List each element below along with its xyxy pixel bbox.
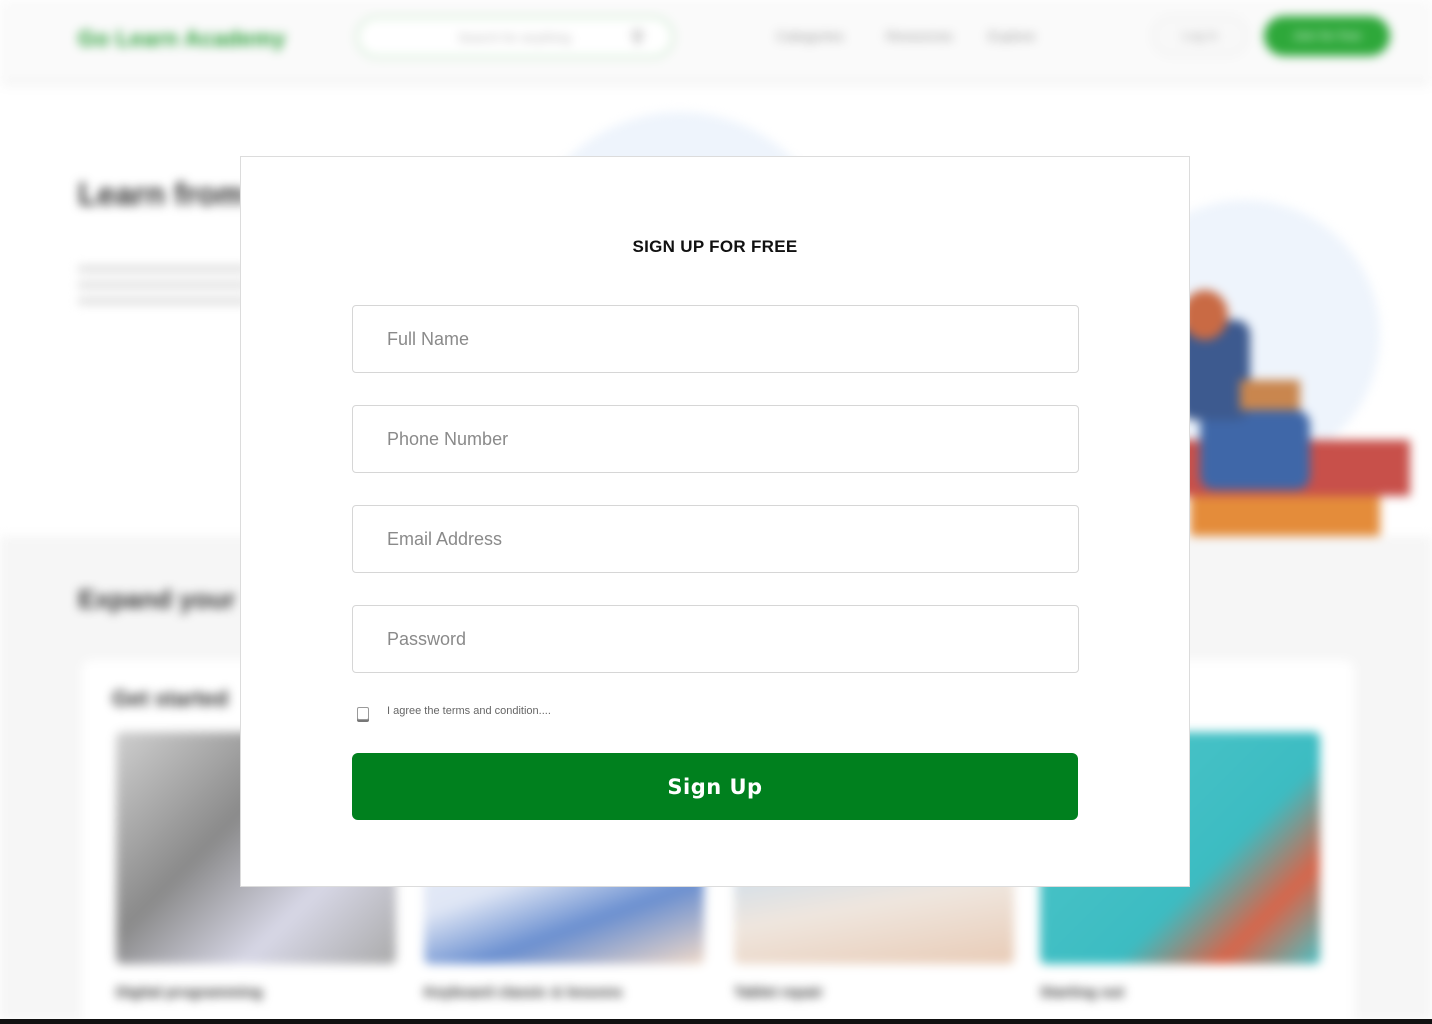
site-logo: Go Learn Academy [78,26,286,51]
search-placeholder: Search for anything [458,30,571,45]
terms-checkbox[interactable] [357,707,369,720]
course-title: Digital programming [116,984,263,1001]
signup-modal: SIGN UP FOR FREE I agree the terms and c… [240,156,1190,887]
email-field[interactable] [352,505,1079,573]
nav-item-explore: Explore [988,28,1036,44]
password-field[interactable] [352,605,1079,673]
course-title: Keyboard classic & lessons [424,984,623,1001]
courses-card-title: Get started [112,686,229,711]
course-title: Tablet repair [734,984,823,1001]
nav-item-categories: Categories [776,28,844,44]
nav-item-resources: Resources [886,28,953,44]
hero-text [78,266,248,312]
search-icon: ⚲ [630,27,644,47]
section-title: Expand your [78,584,236,614]
join-button: Join for free [1264,16,1390,56]
full-name-field[interactable] [352,305,1079,373]
terms-label: I agree the terms and condition.... [387,705,551,717]
modal-title: SIGN UP FOR FREE [632,237,798,256]
site-header: Go Learn Academy Search for anything ⚲ C… [0,0,1432,80]
phone-number-field[interactable] [352,405,1079,473]
bottom-bar [0,1019,1432,1024]
course-title: Starting out [1040,984,1125,1001]
sign-up-button[interactable]: Sign Up [352,753,1078,820]
login-button: Log in [1152,16,1248,56]
search-bar: Search for anything ⚲ [356,16,674,58]
